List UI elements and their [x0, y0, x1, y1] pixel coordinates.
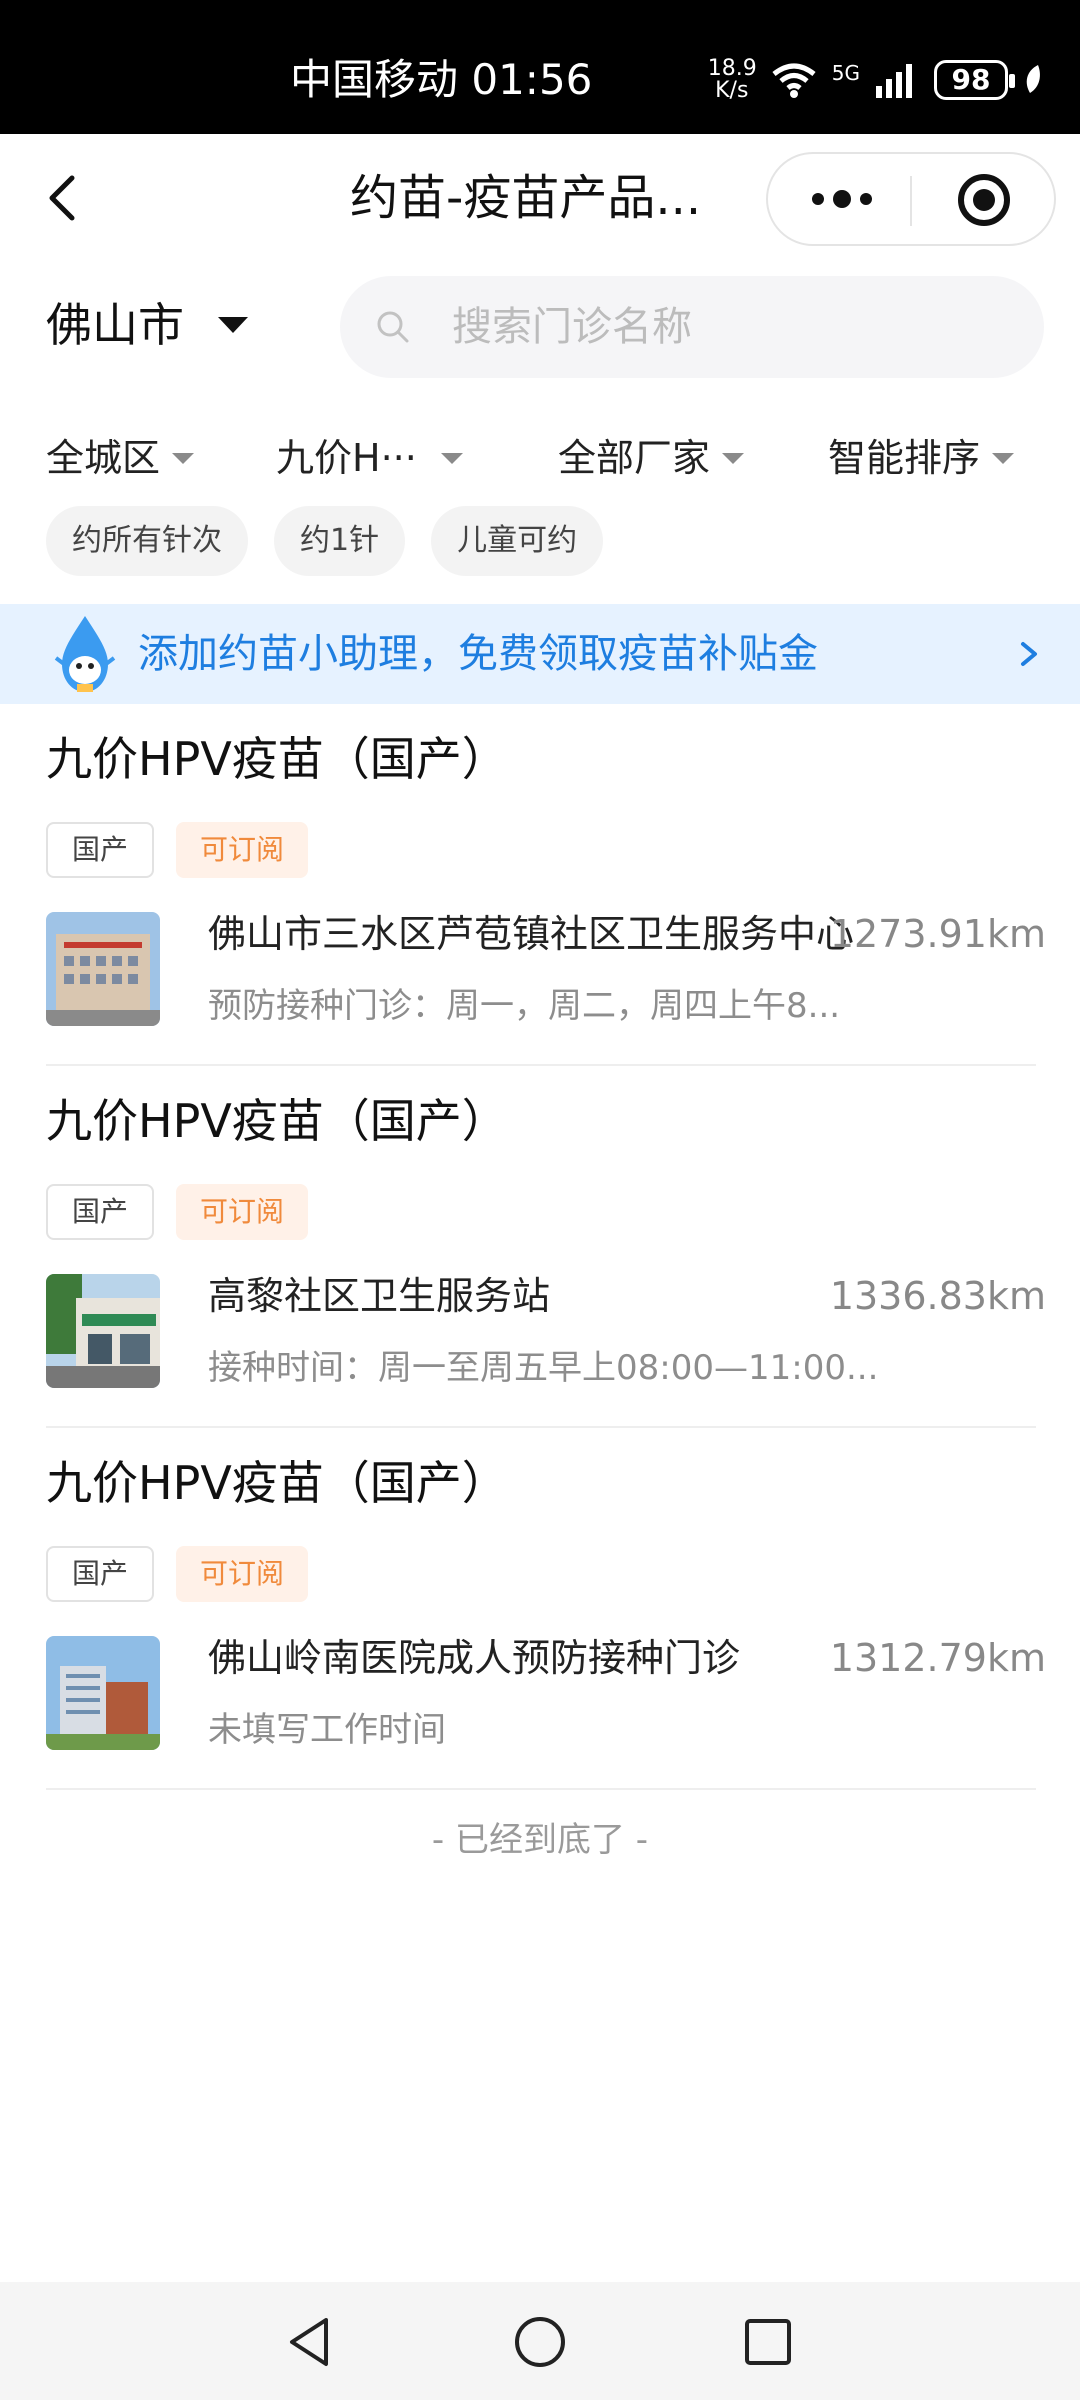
vaccine-title: 九价HPV疫苗（国产） [46, 1456, 508, 1510]
end-of-list-text: - 已经到底了 - [431, 1820, 649, 1860]
status-icons: 18.9 K/s 5G 98 [708, 52, 1044, 108]
caret-down-icon [440, 452, 463, 464]
water-drop-mascot-icon [54, 616, 116, 692]
target-icon[interactable] [958, 174, 1010, 226]
clinic-name: 佛山市三水区芦苞镇社区卫生服务中心 [208, 912, 855, 956]
leaf-icon [1026, 65, 1040, 93]
vaccine-result-card[interactable]: 九价HPV疫苗（国产） 国产 可订阅 佛山岭南医院成人预防接种门诊 1312.7… [46, 1428, 1046, 1790]
caret-down-icon [172, 452, 195, 464]
clinic-distance: 1312.79km [829, 1636, 1046, 1680]
chip-one-dose[interactable]: 约1针 [274, 506, 406, 576]
clinic-hours: 未填写工作时间 [208, 1710, 446, 1750]
filter-label: 智能排序 [828, 436, 981, 480]
city-name: 佛山市 [46, 298, 184, 352]
clinic-distance: 1273.91km [829, 912, 1046, 956]
clinic-hours: 预防接种门诊：周一，周二，周四上午8... [208, 986, 841, 1026]
filter-label: 全城区 [46, 436, 161, 480]
status-bar: 中国移动 01:56 18.9 K/s 5G 98 [0, 0, 1080, 134]
tag-subscribable: 可订阅 [176, 1546, 309, 1602]
caret-down-icon [992, 452, 1015, 464]
vaccine-title: 九价HPV疫苗（国产） [46, 1094, 508, 1148]
system-navigation-bar [0, 2282, 1080, 2400]
clinic-photo [46, 1636, 160, 1750]
clinic-distance: 1336.83km [829, 1274, 1046, 1318]
vaccine-result-card[interactable]: 九价HPV疫苗（国产） 国产 可订阅 高黎社区卫生服务站 1336.83km 接… [46, 1066, 1046, 1428]
caret-down-icon [722, 452, 745, 464]
clinic-photo [46, 912, 160, 1026]
filter-manufacturer[interactable]: 全部厂家 [558, 428, 745, 488]
filter-label: 九价H··· [276, 436, 417, 480]
nav-back-icon[interactable] [280, 2312, 340, 2372]
capsule-divider [910, 176, 912, 226]
nav-home-icon[interactable] [510, 2312, 570, 2372]
banner-text: 添加约苗小助理，免费领取疫苗补贴金 [138, 631, 818, 677]
clinic-name: 高黎社区卫生服务站 [208, 1274, 551, 1318]
nav-recent-icon[interactable] [738, 2312, 798, 2372]
carrier-time: 中国移动 01:56 [290, 55, 593, 104]
filter-label: 全部厂家 [558, 436, 711, 480]
search-input[interactable] [452, 276, 1012, 378]
header: 约苗-疫苗产品... [0, 134, 1080, 264]
chevron-right-icon [1021, 642, 1037, 666]
network-type: 5G [831, 61, 860, 85]
tag-domestic: 国产 [46, 1546, 155, 1602]
tag-domestic: 国产 [46, 1184, 155, 1240]
chip-children[interactable]: 儿童可约 [431, 506, 604, 576]
vaccine-result-card[interactable]: 九价HPV疫苗（国产） 国产 可订阅 佛山市三水区芦苞镇社区卫生服务中心 127… [46, 704, 1046, 1066]
page-title: 约苗-疫苗产品... [350, 170, 702, 226]
tag-group: 国产 可订阅 [46, 1184, 309, 1240]
search-icon [377, 311, 409, 343]
mini-program-capsule [766, 152, 1056, 246]
quick-filter-chips: 约所有针次 约1针 儿童可约 [46, 506, 604, 576]
net-speed: 18.9 K/s [707, 56, 757, 103]
clinic-hours: 接种时间：周一至周五早上08:00—11:00... [208, 1348, 879, 1388]
chip-all-doses[interactable]: 约所有针次 [46, 506, 248, 576]
assistant-banner[interactable]: 添加约苗小助理，免费领取疫苗补贴金 [0, 604, 1080, 704]
filter-district[interactable]: 全城区 [46, 428, 195, 488]
vaccine-title: 九价HPV疫苗（国产） [46, 732, 508, 786]
caret-down-icon [218, 317, 248, 333]
search-bar[interactable] [340, 276, 1044, 378]
back-arrow-icon[interactable] [36, 166, 96, 230]
signal-icon [876, 64, 912, 98]
filter-vaccine[interactable]: 九价H··· [276, 428, 463, 488]
filter-sort[interactable]: 智能排序 [828, 428, 1015, 488]
tag-subscribable: 可订阅 [176, 822, 309, 878]
city-selector[interactable]: 佛山市 [46, 290, 248, 360]
clinic-name: 佛山岭南医院成人预防接种门诊 [208, 1636, 741, 1680]
battery-icon: 98 [934, 60, 1015, 100]
wifi-icon [772, 63, 816, 98]
more-dots-icon[interactable] [804, 154, 880, 244]
tag-group: 国产 可订阅 [46, 1546, 309, 1602]
clinic-photo [46, 1274, 160, 1388]
tag-domestic: 国产 [46, 822, 155, 878]
tag-subscribable: 可订阅 [176, 1184, 309, 1240]
tag-group: 国产 可订阅 [46, 822, 309, 878]
